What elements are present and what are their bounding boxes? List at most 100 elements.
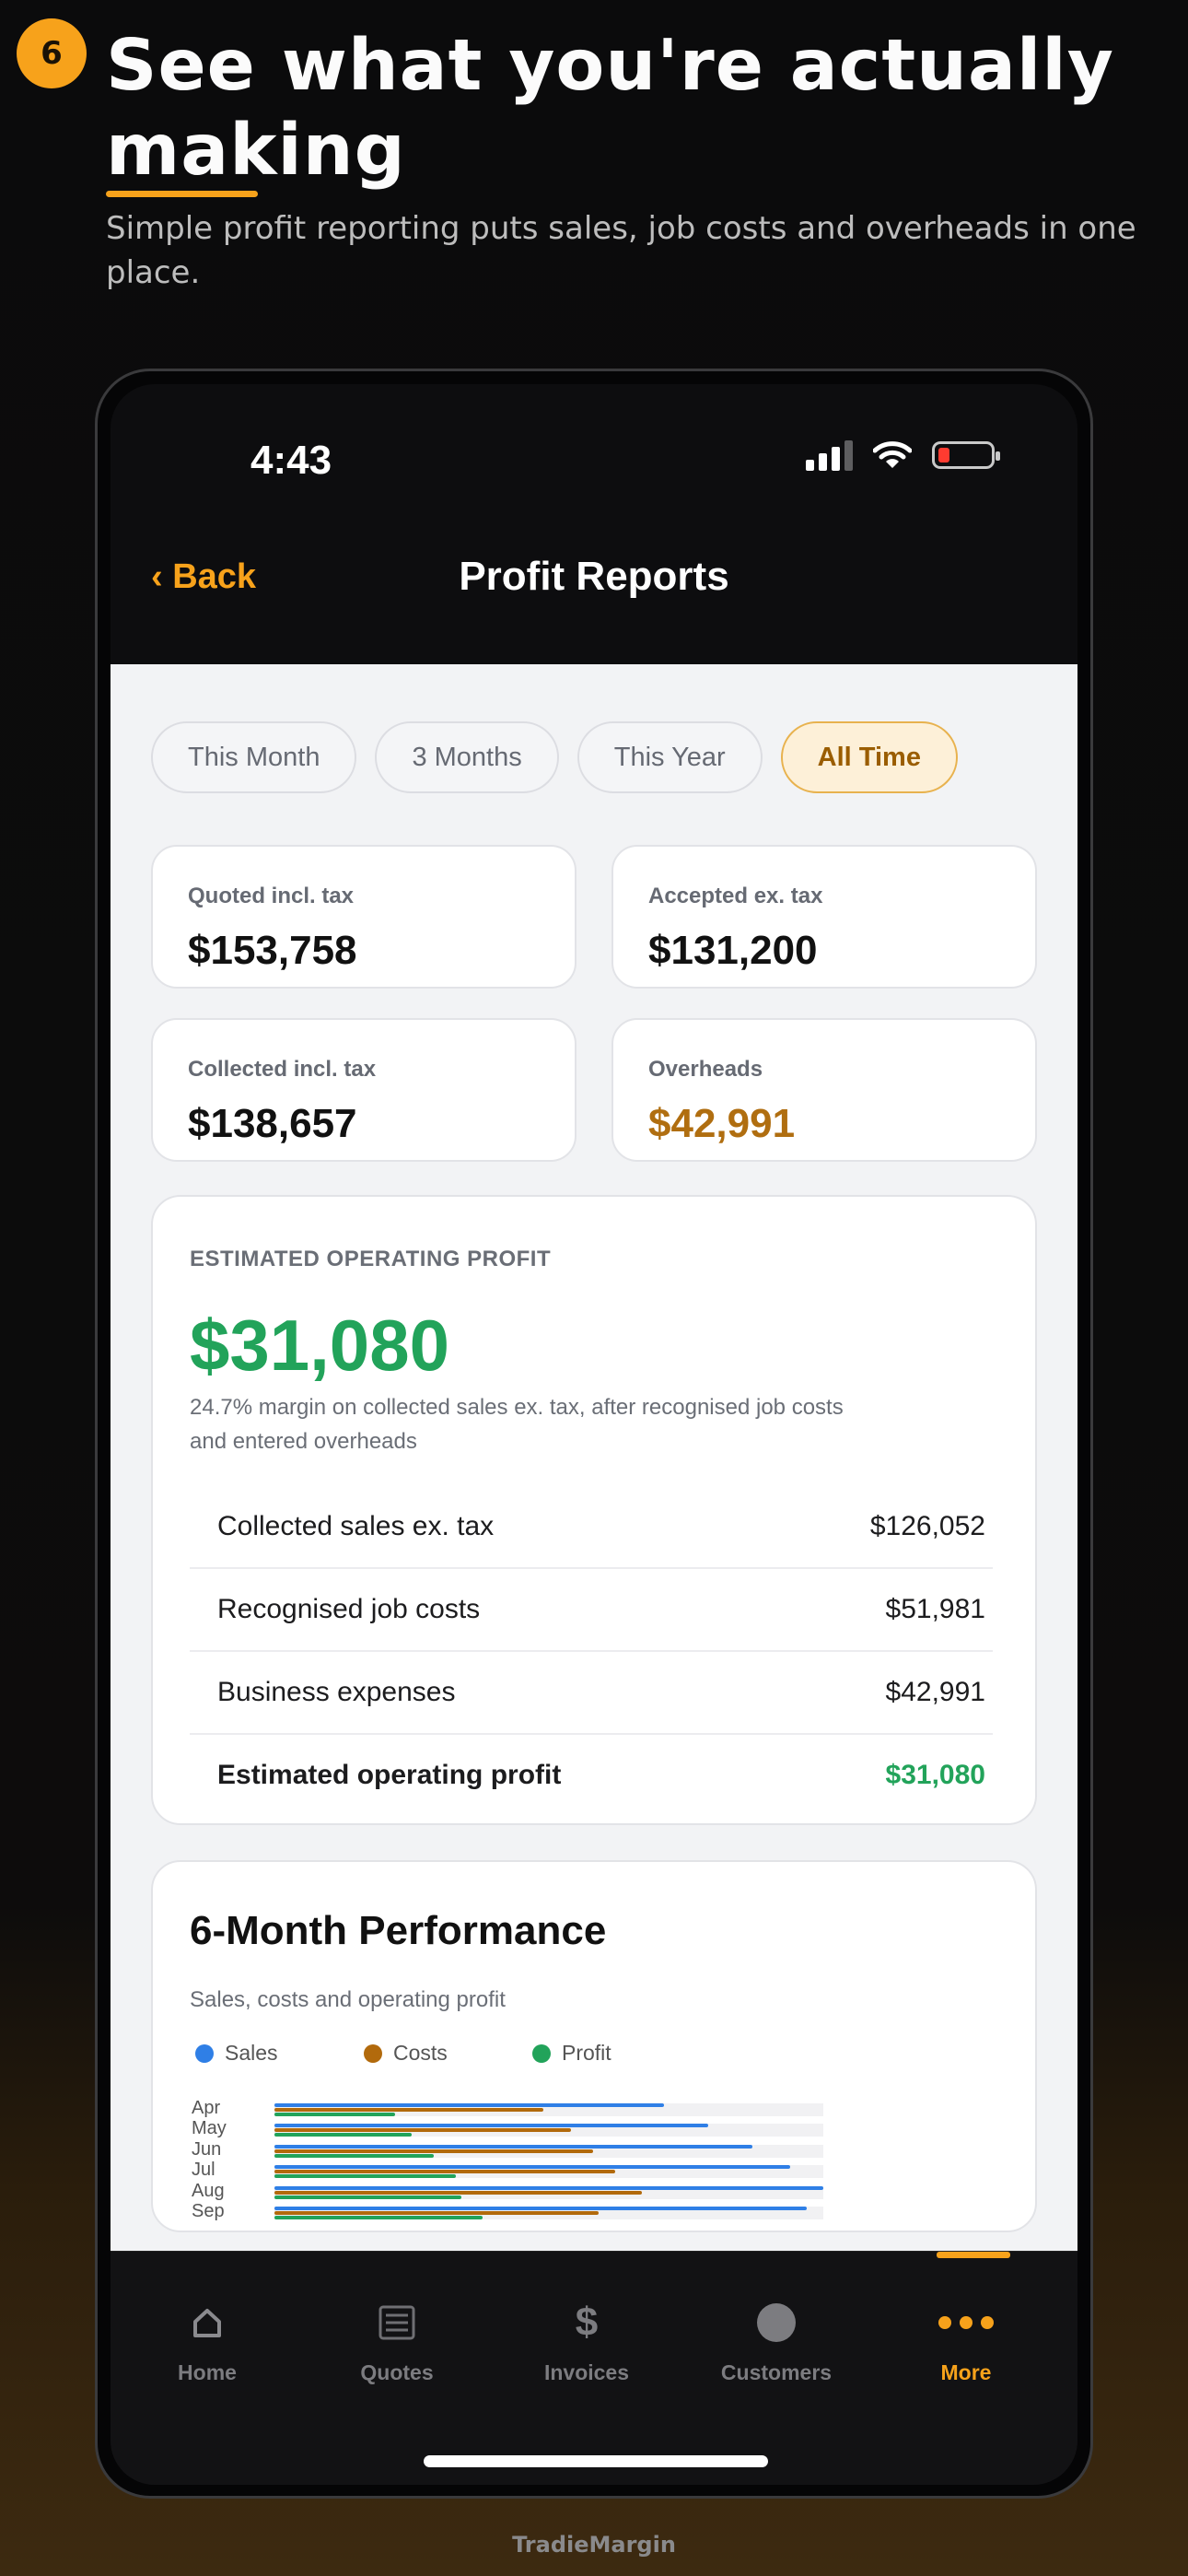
stat-label: Accepted ex. tax [648,884,823,908]
row-value: $51,981 [885,1594,985,1624]
month-label: Jul [192,2160,215,2181]
tab-label: Home [178,2360,237,2384]
bar-sales-aug [274,2185,823,2190]
stat-card-quoted: Quoted incl. tax $153,758 [151,845,577,989]
filter-this-year[interactable]: This Year [577,721,763,793]
bar-sales-jun [274,2144,752,2149]
profit-amount: $31,080 [190,1305,449,1386]
home-icon [193,2309,221,2337]
tab-home[interactable]: Home [111,2252,304,2385]
table-row: Collected sales ex. tax $126,052 [190,1486,993,1569]
bar-costs-jul [274,2170,615,2174]
more-icon [938,2316,994,2329]
home-indicator [424,2455,768,2467]
tab-label: Customers [720,2360,833,2384]
headline-line1: See what you're actually [106,25,1114,107]
stat-label: Collected incl. tax [188,1057,377,1082]
month-label: Aug [192,2180,225,2201]
tab-invoices[interactable]: $ Invoices [490,2252,683,2385]
quotes-icon [379,2305,415,2340]
performance-subtitle: Sales, costs and operating profit [190,1987,506,2012]
operating-profit-card: ESTIMATED OPERATING PROFIT $31,080 24.7%… [151,1195,1037,1825]
stat-value: $153,758 [188,928,357,973]
filter-all-time[interactable]: All Time [780,721,958,793]
report-content[interactable]: This Month 3 Months This Year All Time Q… [111,664,1077,2251]
table-row: Recognised job costs $51,981 [190,1569,993,1652]
stat-card-overheads: Overheads $42,991 [611,1018,1037,1162]
bar-profit-apr [274,2113,395,2116]
legend-label: Costs [393,2041,448,2065]
bar-sales-apr [274,2103,664,2107]
brand-name: TradieMargin [512,2532,676,2558]
row-label: Collected sales ex. tax [217,1511,495,1541]
row-value: $42,991 [885,1677,985,1707]
tab-label: Quotes [360,2360,434,2384]
profit-note: 24.7% margin on collected sales ex. tax,… [190,1395,844,1454]
page-title: Profit Reports [459,554,729,599]
bar-sales-sep [274,2207,807,2210]
headline: See what you're actually making [106,24,1156,197]
cellular-signal-icon [806,439,853,471]
wifi-icon [873,441,912,468]
bar-costs-may [274,2128,571,2133]
bar-profit-jul [274,2174,456,2179]
stat-card-accepted: Accepted ex. tax $131,200 [611,845,1037,989]
row-value: $31,080 [885,1760,985,1790]
bar-costs-sep [274,2211,599,2215]
bar-costs-aug [274,2190,642,2195]
table-row-total: Estimated operating profit $31,080 [190,1735,993,1816]
step-badge: 6 [17,18,87,88]
stat-card-collected: Collected incl. tax $138,657 [151,1018,577,1162]
stat-label: Overheads [648,1057,763,1082]
row-value: $126,052 [869,1511,985,1541]
legend-item-costs: Costs [364,2041,532,2066]
month-label: Sep [192,2201,225,2221]
phone-frame: 4:43 ‹ Back Profit Reports This Month 3 … [95,369,1093,2499]
table-row: Business expenses $42,991 [190,1652,993,1735]
profit-breakdown: Collected sales ex. tax $126,052 Recogni… [190,1486,993,1816]
bar-profit-aug [274,2195,461,2199]
legend-dot-icon [532,2043,551,2063]
performance-title: 6-Month Performance [190,1908,607,1953]
legend-dot-icon [195,2043,214,2063]
row-label: Recognised job costs [217,1594,481,1624]
bar-profit-jun [274,2153,434,2158]
tab-label: More [940,2360,992,2384]
tab-customers[interactable]: Customers [680,2252,873,2385]
bar-profit-sep [274,2216,483,2219]
tab-quotes[interactable]: Quotes [300,2252,494,2385]
row-label: Estimated operating profit [217,1760,562,1790]
phone-screen: 4:43 ‹ Back Profit Reports This Month 3 … [111,384,1077,2485]
legend-item-sales: Sales [195,2041,364,2066]
bar-costs-apr [274,2108,543,2112]
tab-more[interactable]: More [869,2252,1063,2385]
stat-value: $138,657 [188,1101,357,1146]
tab-bar: Home Quotes $ Invoices Customers More [111,2251,1077,2485]
battery-icon [932,441,1000,469]
row-label: Business expenses [217,1677,456,1707]
customers-icon [757,2303,796,2342]
filter-3-months[interactable]: 3 Months [375,721,559,793]
status-time: 4:43 [250,438,332,483]
tab-label: Invoices [543,2360,630,2384]
bar-sales-may [274,2124,708,2128]
subheadline: Simple profit reporting puts sales, job … [106,210,1136,291]
month-label: Jun [192,2138,222,2160]
legend-item-profit: Profit [532,2041,701,2066]
dollar-icon: $ [575,2300,599,2345]
stat-label: Quoted incl. tax [188,884,355,908]
headline-line2: making [106,110,406,197]
chart-legend: Sales Costs Profit [195,2041,701,2066]
bar-costs-jun [274,2149,593,2153]
stat-value: $131,200 [648,928,818,973]
profit-kicker: ESTIMATED OPERATING PROFIT [190,1247,552,1271]
bar-sales-jul [274,2165,790,2170]
filter-this-month[interactable]: This Month [151,721,357,793]
month-label: May [192,2118,227,2139]
stat-value: $42,991 [648,1101,796,1146]
status-icons [806,439,1000,471]
legend-dot-icon [364,2043,382,2063]
legend-label: Sales [225,2041,278,2065]
legend-label: Profit [562,2041,611,2065]
performance-card: 6-Month Performance Sales, costs and ope… [151,1860,1037,2232]
